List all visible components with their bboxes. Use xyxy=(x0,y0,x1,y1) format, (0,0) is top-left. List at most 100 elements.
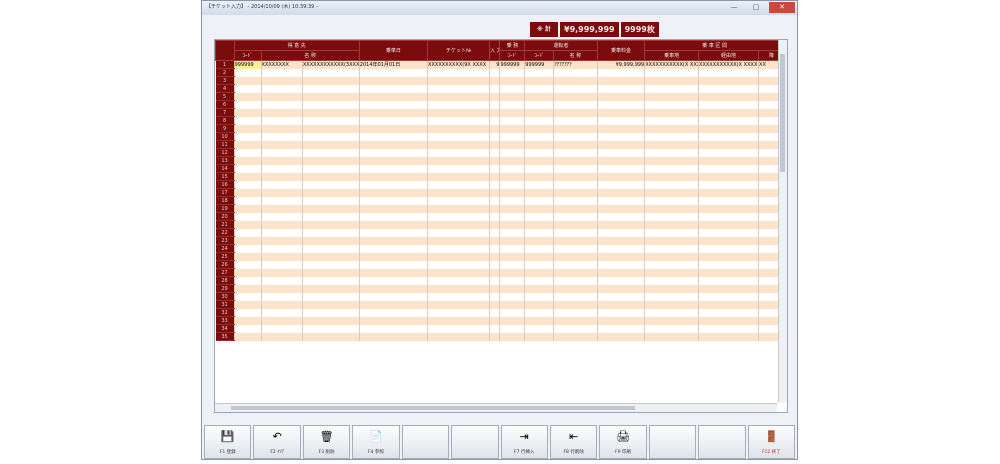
table-row[interactable]: 34 xyxy=(215,324,785,333)
table-row[interactable]: 3 xyxy=(215,76,785,85)
grid-cell[interactable] xyxy=(261,276,303,285)
grid-cell[interactable] xyxy=(524,100,555,109)
table-row[interactable]: 30 xyxy=(215,292,785,301)
grid-cell[interactable] xyxy=(359,316,429,325)
grid-cell[interactable]: 9 xyxy=(489,60,501,69)
grid-cell[interactable] xyxy=(427,268,491,277)
grid-cell[interactable] xyxy=(234,124,262,133)
grid-cell[interactable] xyxy=(234,220,262,229)
grid-cell[interactable] xyxy=(524,92,555,101)
grid-cell[interactable] xyxy=(524,284,555,293)
grid-cell[interactable] xyxy=(489,228,501,237)
grid-cell[interactable] xyxy=(234,108,262,117)
grid-cell[interactable] xyxy=(234,260,262,269)
grid-cell[interactable] xyxy=(359,132,429,141)
grid-cell[interactable] xyxy=(698,212,760,221)
grid-cell[interactable] xyxy=(644,124,700,133)
grid-cell[interactable] xyxy=(499,268,526,277)
grid-cell[interactable] xyxy=(553,332,598,341)
grid-cell[interactable] xyxy=(644,268,700,277)
grid-cell[interactable] xyxy=(489,108,501,117)
grid-cell[interactable] xyxy=(553,84,598,93)
grid-cell[interactable] xyxy=(427,180,491,189)
table-row[interactable]: 6 xyxy=(215,100,785,109)
table-row[interactable]: 8 xyxy=(215,116,785,125)
grid-cell[interactable] xyxy=(499,156,526,165)
grid-cell[interactable] xyxy=(553,260,598,269)
grid-cell[interactable] xyxy=(524,332,555,341)
grid-cell[interactable] xyxy=(261,324,303,333)
f9-button[interactable]: 🖨 F9 印刷 xyxy=(599,425,647,459)
grid-cell[interactable] xyxy=(553,228,598,237)
grid-cell[interactable] xyxy=(359,300,429,309)
grid-cell[interactable] xyxy=(597,284,646,293)
f2-button[interactable]: ↶ F2 ｸﾘｱ xyxy=(253,425,301,459)
grid-cell[interactable] xyxy=(427,156,491,165)
grid-cell[interactable] xyxy=(489,204,501,213)
grid-cell[interactable] xyxy=(427,148,491,157)
grid-cell[interactable] xyxy=(644,76,700,85)
grid-cell[interactable] xyxy=(302,300,360,309)
grid-cell[interactable] xyxy=(499,108,526,117)
grid-cell[interactable] xyxy=(234,252,262,261)
grid-cell[interactable] xyxy=(524,164,555,173)
grid-cell[interactable] xyxy=(234,116,262,125)
table-row[interactable]: 1 999999 XXXXXXXX XXXXXXXXXXXX(3XXX 2014年01月… xyxy=(215,60,785,69)
grid-cell[interactable] xyxy=(644,316,700,325)
table-row[interactable]: 7 xyxy=(215,108,785,117)
grid-cell[interactable] xyxy=(499,292,526,301)
grid-cell[interactable]: XXXXXXXXXXX(X XXXX xyxy=(644,60,700,69)
grid-cell[interactable] xyxy=(553,284,598,293)
grid-cell[interactable] xyxy=(359,68,429,77)
table-row[interactable]: 9 xyxy=(215,124,785,133)
grid-cell[interactable] xyxy=(698,228,760,237)
grid-cell[interactable] xyxy=(553,100,598,109)
grid-cell[interactable] xyxy=(302,76,360,85)
grid-cell[interactable] xyxy=(489,220,501,229)
grid-cell[interactable] xyxy=(261,308,303,317)
grid-cell[interactable] xyxy=(499,324,526,333)
table-row[interactable]: 16 xyxy=(215,180,785,189)
grid-cell[interactable] xyxy=(234,76,262,85)
grid-cell[interactable] xyxy=(553,172,598,181)
grid-cell[interactable]: XXXXXXXX xyxy=(261,60,303,69)
grid-cell[interactable] xyxy=(359,204,429,213)
grid-cell[interactable] xyxy=(489,164,501,173)
grid-cell[interactable] xyxy=(553,92,598,101)
grid-cell[interactable] xyxy=(359,236,429,245)
grid-cell[interactable] xyxy=(234,284,262,293)
grid-cell[interactable] xyxy=(597,164,646,173)
grid-cell[interactable] xyxy=(489,308,501,317)
grid-cell[interactable] xyxy=(234,292,262,301)
grid-cell[interactable] xyxy=(302,124,360,133)
grid-cell[interactable] xyxy=(359,220,429,229)
grid-cell[interactable] xyxy=(524,308,555,317)
grid-cell[interactable] xyxy=(553,164,598,173)
grid-cell[interactable] xyxy=(261,316,303,325)
grid-cell[interactable] xyxy=(489,116,501,125)
grid-cell[interactable] xyxy=(597,156,646,165)
grid-cell[interactable] xyxy=(597,252,646,261)
grid-cell[interactable] xyxy=(698,156,760,165)
grid-cell[interactable] xyxy=(597,276,646,285)
grid-cell[interactable] xyxy=(234,300,262,309)
grid-cell[interactable] xyxy=(427,108,491,117)
grid-cell[interactable] xyxy=(524,212,555,221)
grid-cell[interactable] xyxy=(359,212,429,221)
grid-cell[interactable] xyxy=(427,68,491,77)
grid-cell[interactable] xyxy=(359,172,429,181)
grid-cell[interactable] xyxy=(261,284,303,293)
grid-cell[interactable] xyxy=(302,212,360,221)
grid-cell[interactable] xyxy=(427,100,491,109)
grid-cell[interactable] xyxy=(234,148,262,157)
grid-cell[interactable] xyxy=(261,204,303,213)
grid-cell[interactable]: 999999 xyxy=(234,60,262,69)
grid-cell[interactable] xyxy=(698,92,760,101)
grid-cell[interactable] xyxy=(489,196,501,205)
grid-cell[interactable] xyxy=(698,84,760,93)
grid-cell[interactable] xyxy=(644,324,700,333)
grid-cell[interactable] xyxy=(553,148,598,157)
grid-cell[interactable] xyxy=(489,68,501,77)
grid-cell[interactable] xyxy=(698,316,760,325)
grid-cell[interactable] xyxy=(499,276,526,285)
